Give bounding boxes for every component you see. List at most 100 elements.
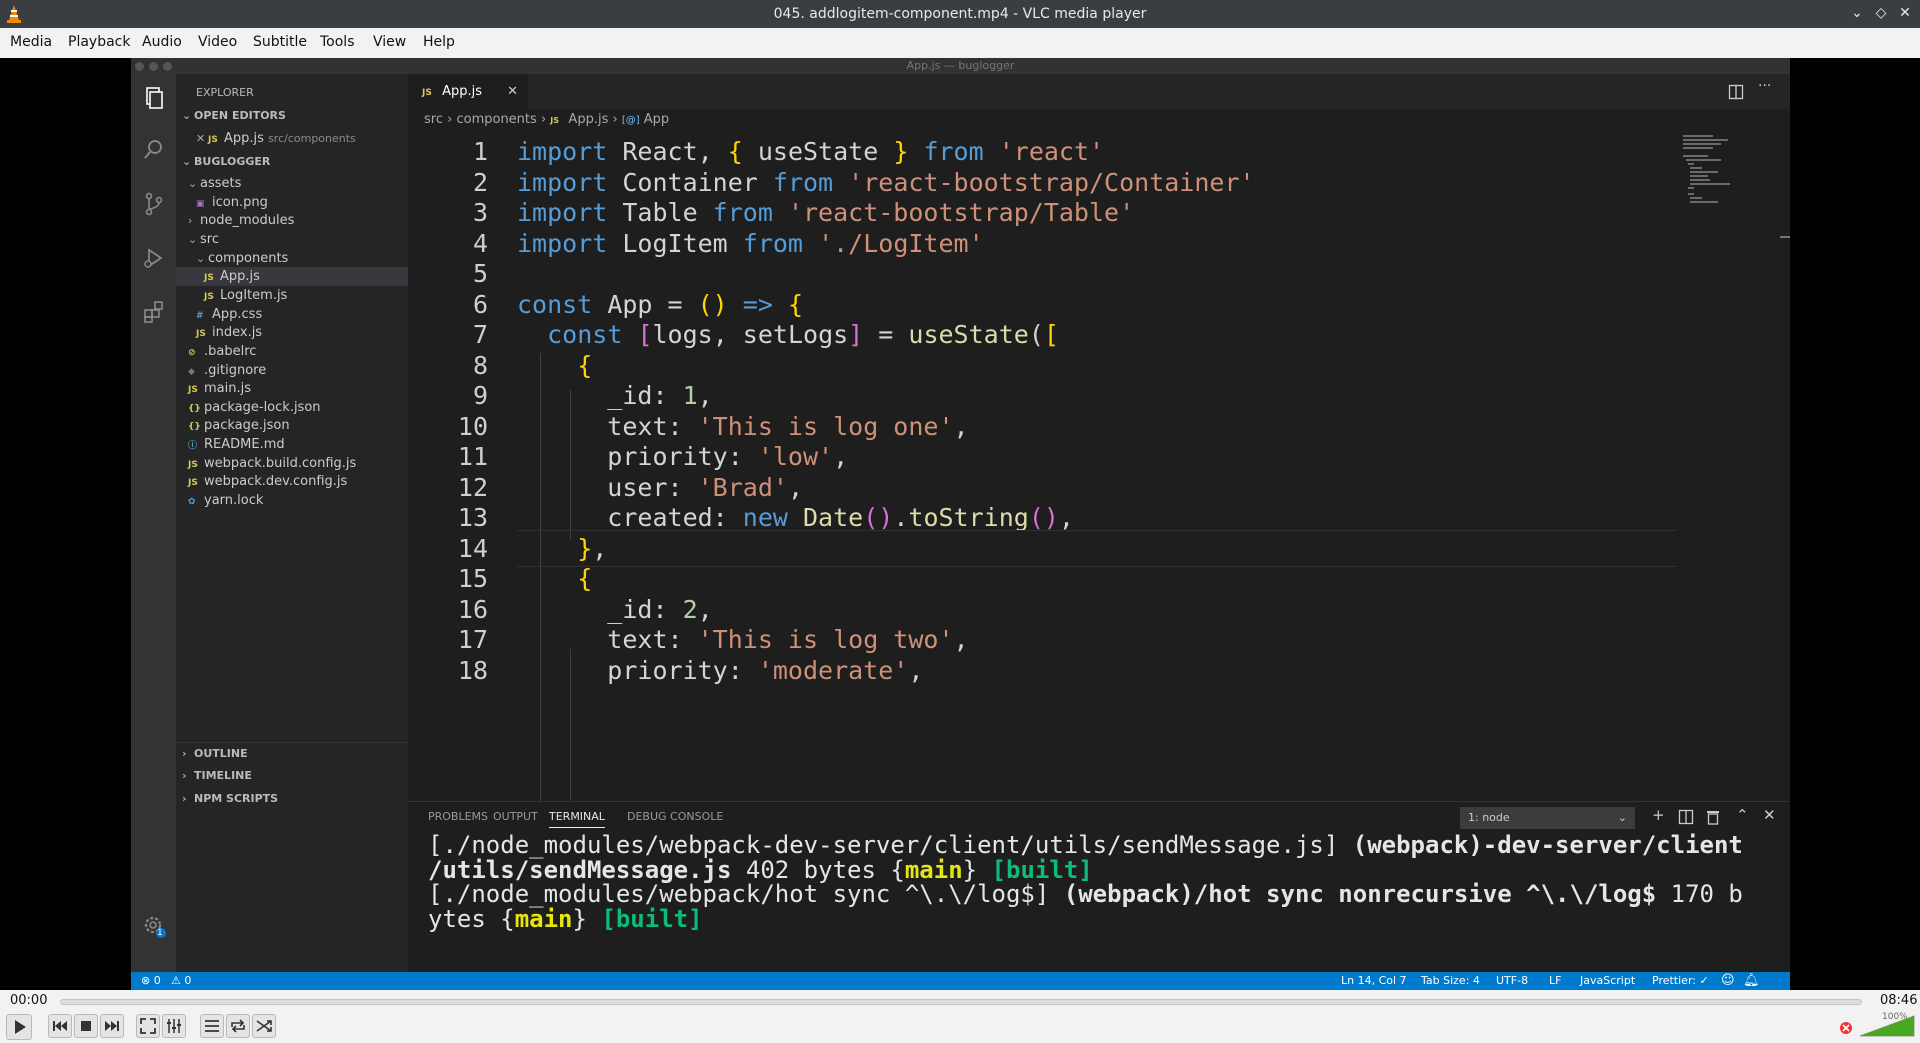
menu-tools[interactable]: Tools bbox=[320, 34, 355, 50]
close-button[interactable]: ✕ bbox=[1895, 3, 1915, 23]
tab-debug-console[interactable]: DEBUG CONSOLE bbox=[627, 810, 723, 823]
tree-item[interactable]: JS LogItem.js bbox=[176, 286, 408, 305]
project-header[interactable]: ⌄ BUGLOGGER bbox=[176, 151, 408, 173]
editor-scrollbar[interactable] bbox=[1776, 131, 1790, 801]
menu-subtitle[interactable]: Subtitle bbox=[253, 34, 307, 50]
new-terminal-icon[interactable]: + bbox=[1652, 806, 1665, 824]
outline-section[interactable]: › OUTLINE bbox=[176, 742, 408, 764]
menu-help[interactable]: Help bbox=[423, 34, 455, 50]
tree-item[interactable]: ⌄ assets bbox=[176, 174, 408, 193]
code-token: () bbox=[697, 289, 728, 319]
status-bar: ⊗ 0 ⚠ 0 Ln 14, Col 7 Tab Size: 4 UTF-8 L… bbox=[131, 972, 1790, 990]
tree-item[interactable]: {} package-lock.json bbox=[176, 398, 408, 417]
close-panel-icon[interactable]: ✕ bbox=[1763, 806, 1776, 824]
js-file-icon: JS bbox=[550, 116, 560, 125]
stop-button[interactable] bbox=[74, 1014, 98, 1038]
code-token: const bbox=[547, 320, 623, 349]
tree-item-label: package.json bbox=[204, 418, 290, 434]
play-button[interactable] bbox=[6, 1014, 32, 1040]
previous-button[interactable] bbox=[48, 1014, 72, 1038]
tree-item[interactable]: {} package.json bbox=[176, 416, 408, 435]
code-token: new bbox=[742, 503, 788, 532]
tab-terminal[interactable]: TERMINAL bbox=[549, 810, 605, 828]
prettier-status[interactable]: Prettier: ✓ bbox=[1652, 972, 1709, 990]
maximize-panel-icon[interactable]: ⌃ bbox=[1736, 806, 1749, 824]
breadcrumb-symbol[interactable]: App bbox=[644, 112, 669, 127]
code-editor[interactable]: 1 import React, { useState } from 'react'… bbox=[408, 131, 1790, 801]
tree-item[interactable]: › node_modules bbox=[176, 211, 408, 230]
tree-item[interactable]: ▣ icon.png bbox=[176, 193, 408, 212]
menu-media[interactable]: Media bbox=[10, 34, 52, 50]
code-token: } bbox=[893, 137, 909, 166]
restore-button[interactable]: ◇ bbox=[1871, 3, 1891, 23]
close-tab-icon[interactable]: ✕ bbox=[507, 74, 518, 109]
tab-problems[interactable]: PROBLEMS bbox=[428, 810, 488, 823]
loop-button[interactable] bbox=[226, 1014, 250, 1038]
tab-size[interactable]: Tab Size: 4 bbox=[1421, 972, 1480, 990]
code-token: , bbox=[787, 472, 803, 502]
code-token: import bbox=[517, 167, 608, 197]
line-ending[interactable]: LF bbox=[1549, 972, 1561, 990]
video-surface[interactable]: App.js — buglogger 1 EXPLORER ⌄ OPEN EDI… bbox=[0, 58, 1920, 990]
tree-item[interactable]: ⌄ src bbox=[176, 230, 408, 249]
chevron-down-icon: ⌄ bbox=[196, 251, 206, 265]
tree-item[interactable]: ◆ .gitignore bbox=[176, 361, 408, 380]
tab-label: App.js bbox=[442, 84, 483, 99]
minimize-button[interactable]: ⌄ bbox=[1847, 3, 1867, 23]
code-token: logs, setLogs bbox=[652, 320, 849, 349]
code-token: toString bbox=[908, 503, 1029, 532]
tree-item[interactable]: ⌄ components bbox=[176, 249, 408, 268]
warnings-count[interactable]: ⚠ 0 bbox=[171, 972, 191, 990]
tab-app-js[interactable]: JS App.js ✕ bbox=[408, 74, 528, 109]
minimap[interactable] bbox=[1668, 131, 1748, 801]
tree-item[interactable]: JS main.js bbox=[176, 379, 408, 398]
npm-scripts-section[interactable]: › NPM SCRIPTS bbox=[176, 788, 408, 810]
menu-view[interactable]: View bbox=[373, 34, 406, 50]
language-mode[interactable]: JavaScript bbox=[1580, 972, 1635, 990]
open-editors-header[interactable]: ⌄ OPEN EDITORS bbox=[176, 105, 408, 127]
volume-slider[interactable]: 100% bbox=[1838, 1012, 1916, 1038]
cursor-position[interactable]: Ln 14, Col 7 bbox=[1341, 972, 1407, 990]
notifications-bell-icon[interactable]: 🔔︎ bbox=[1743, 972, 1760, 990]
tree-item[interactable]: JS App.js bbox=[176, 267, 408, 287]
feedback-icon[interactable]: ☺ bbox=[1721, 972, 1735, 990]
menu-video[interactable]: Video bbox=[198, 34, 237, 50]
encoding[interactable]: UTF-8 bbox=[1496, 972, 1528, 990]
tree-item[interactable]: JS webpack.dev.config.js bbox=[176, 472, 408, 491]
tab-output[interactable]: OUTPUT bbox=[493, 810, 538, 823]
breadcrumb-src[interactable]: src bbox=[424, 112, 443, 127]
seek-bar[interactable] bbox=[60, 999, 1862, 1005]
tree-item[interactable]: ⊘ .babelrc bbox=[176, 342, 408, 361]
terminal-select[interactable]: 1: node ⌄ bbox=[1460, 807, 1635, 829]
split-editor-icon[interactable] bbox=[1728, 84, 1744, 100]
code-token: 'low' bbox=[757, 442, 834, 471]
menu-playback[interactable]: Playback bbox=[68, 34, 130, 50]
timeline-section[interactable]: › TIMELINE bbox=[176, 765, 408, 787]
extended-settings-button[interactable] bbox=[162, 1014, 186, 1038]
trash-icon[interactable] bbox=[1706, 809, 1720, 825]
yarn-file-icon: ✿ bbox=[188, 497, 196, 508]
menu-audio[interactable]: Audio bbox=[142, 34, 182, 50]
tree-item[interactable]: # App.css bbox=[176, 305, 408, 324]
tree-item[interactable]: ⓘ README.md bbox=[176, 435, 408, 454]
more-actions-icon[interactable]: ··· bbox=[1758, 78, 1771, 94]
fullscreen-button[interactable] bbox=[136, 1014, 160, 1038]
breadcrumb-file[interactable]: App.js bbox=[568, 112, 608, 127]
tree-item[interactable]: JS index.js bbox=[176, 323, 408, 342]
code-token: , bbox=[908, 655, 924, 685]
shuffle-button[interactable] bbox=[252, 1014, 276, 1038]
open-editor-item[interactable]: ✕ JS App.js src/components bbox=[176, 128, 408, 150]
close-editor-icon[interactable]: ✕ bbox=[196, 128, 208, 150]
split-terminal-icon[interactable] bbox=[1678, 809, 1694, 825]
tree-item[interactable]: JS webpack.build.config.js bbox=[176, 454, 408, 473]
tree-item[interactable]: ✿ yarn.lock bbox=[176, 491, 408, 510]
next-button[interactable] bbox=[100, 1014, 124, 1038]
playlist-button[interactable] bbox=[200, 1014, 224, 1038]
code-token: Container bbox=[607, 167, 773, 197]
errors-count[interactable]: ⊗ 0 bbox=[141, 972, 161, 990]
breadcrumb-separator-icon: › bbox=[612, 112, 622, 127]
tree-item-label: assets bbox=[200, 176, 242, 191]
breadcrumb-components[interactable]: components bbox=[456, 112, 536, 127]
